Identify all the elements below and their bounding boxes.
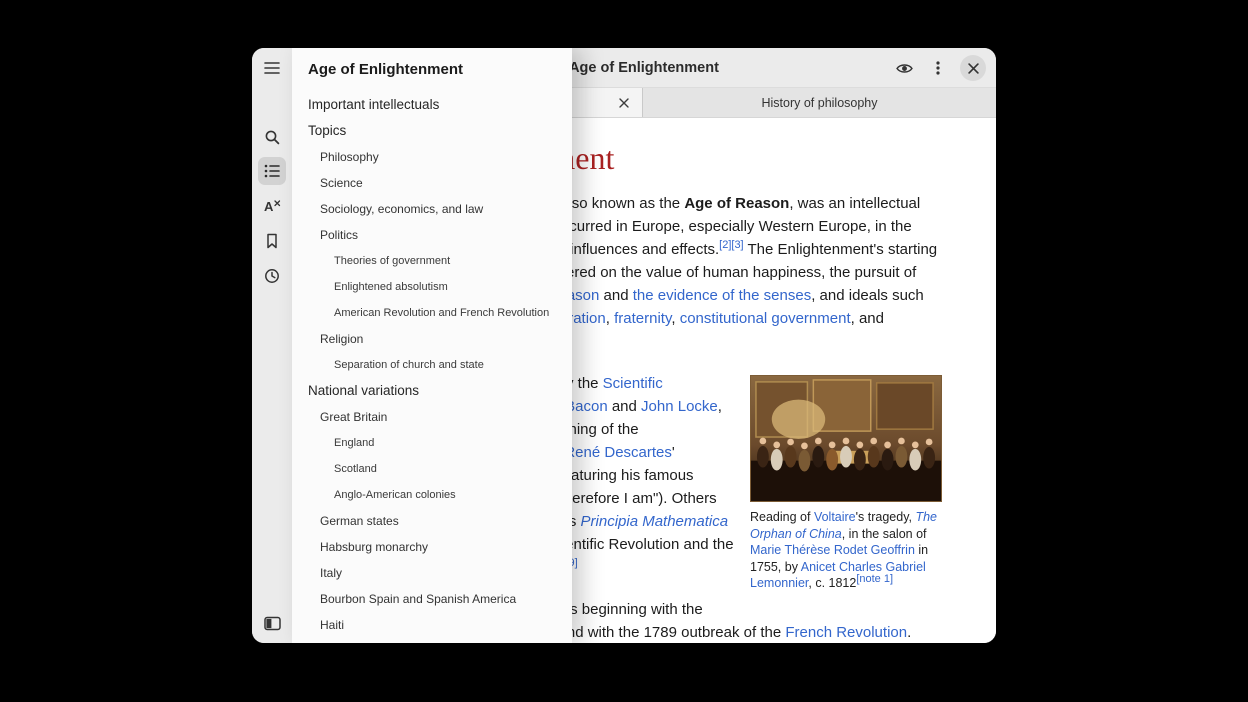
article-figure: Reading of Voltaire's tragedy, The Orpha…: [750, 375, 942, 592]
app-window: Age of Enlightenment History of philosop…: [252, 48, 996, 643]
toc-item[interactable]: Philosophy: [292, 144, 572, 170]
search-icon[interactable]: [258, 123, 286, 151]
toc-item[interactable]: Great Britain: [292, 404, 572, 430]
article-link[interactable]: Principia Mathematica: [581, 513, 729, 530]
salon-painting-image[interactable]: [750, 375, 942, 502]
tab-close-icon[interactable]: [615, 94, 633, 112]
article-link[interactable]: [note 1]: [856, 573, 893, 585]
toc-item[interactable]: Theories of government: [292, 248, 572, 274]
article-text: Age of Reason: [684, 195, 789, 212]
article-text: and: [608, 398, 641, 415]
article-text: ,: [671, 310, 679, 327]
language-icon[interactable]: A: [258, 192, 286, 220]
toc-item[interactable]: Politics: [292, 222, 572, 248]
tab-history-of-philosophy[interactable]: History of philosophy: [643, 88, 996, 117]
toc-item[interactable]: Topics: [292, 118, 572, 144]
article-text: 's tragedy,: [856, 510, 916, 524]
article-link[interactable]: constitutional government: [680, 310, 851, 327]
toc-item[interactable]: Science: [292, 170, 572, 196]
article-text: ,: [606, 310, 614, 327]
toc-item[interactable]: Haiti: [292, 612, 572, 638]
article-link[interactable]: fraternity: [614, 310, 671, 327]
toc-icon[interactable]: [258, 157, 286, 185]
toc-item[interactable]: England: [292, 430, 572, 456]
article-text: ': [672, 444, 675, 461]
toc-item[interactable]: American Revolution and French Revolutio…: [292, 300, 572, 326]
article-text: and: [599, 287, 632, 304]
toc-item[interactable]: Anglo-American colonies: [292, 482, 572, 508]
icon-rail: A: [252, 48, 292, 643]
close-icon[interactable]: [960, 55, 986, 81]
article-text: also known as the: [556, 195, 684, 212]
article-text: , in the salon of: [842, 527, 927, 541]
toc-item[interactable]: Religion: [292, 326, 572, 352]
header-actions: [892, 48, 986, 88]
svg-text:A: A: [264, 199, 274, 214]
toc-item[interactable]: Separation of church and state: [292, 352, 572, 378]
article-link[interactable]: [2][3]: [719, 239, 743, 251]
toc-item[interactable]: Bourbon Spain and Spanish America: [292, 586, 572, 612]
toc-item[interactable]: German states: [292, 508, 572, 534]
toc-panel: Age of Enlightenment Important intellect…: [292, 48, 572, 643]
toc-list: Important intellectualsTopicsPhilosophyS…: [292, 92, 572, 638]
article-link[interactable]: René Descartes: [564, 444, 672, 461]
toc-item[interactable]: Sociology, economics, and law: [292, 196, 572, 222]
article-text: , and: [851, 310, 884, 327]
history-icon[interactable]: [258, 262, 286, 290]
sidebar-toggle-icon[interactable]: [258, 609, 286, 637]
toc-item[interactable]: Enlightened absolutism: [292, 274, 572, 300]
article-text: , c. 1812: [808, 576, 856, 590]
main-menu-icon[interactable]: [258, 54, 286, 82]
article-link[interactable]: Marie Thérèse Rodet Geoffrin: [750, 543, 915, 557]
toc-item[interactable]: National variations: [292, 378, 572, 404]
article-link[interactable]: Voltaire: [814, 510, 856, 524]
kebab-menu-icon[interactable]: [926, 56, 950, 80]
article-link[interactable]: John Locke: [641, 398, 718, 415]
bookmarks-icon[interactable]: [258, 227, 286, 255]
eye-icon[interactable]: [892, 56, 916, 80]
toc-item[interactable]: Italy: [292, 560, 572, 586]
toc-item[interactable]: Important intellectuals: [292, 92, 572, 118]
toc-item[interactable]: Scotland: [292, 456, 572, 482]
toc-title: Age of Enlightenment: [292, 48, 572, 92]
article-text: Reading of: [750, 510, 814, 524]
toc-item[interactable]: Habsburg monarchy: [292, 534, 572, 560]
article-link[interactable]: the evidence of the senses: [633, 287, 811, 304]
figure-caption: Reading of Voltaire's tragedy, The Orpha…: [750, 509, 942, 592]
tab-label: History of philosophy: [761, 96, 877, 110]
article-link[interactable]: French Revolution: [785, 624, 907, 641]
